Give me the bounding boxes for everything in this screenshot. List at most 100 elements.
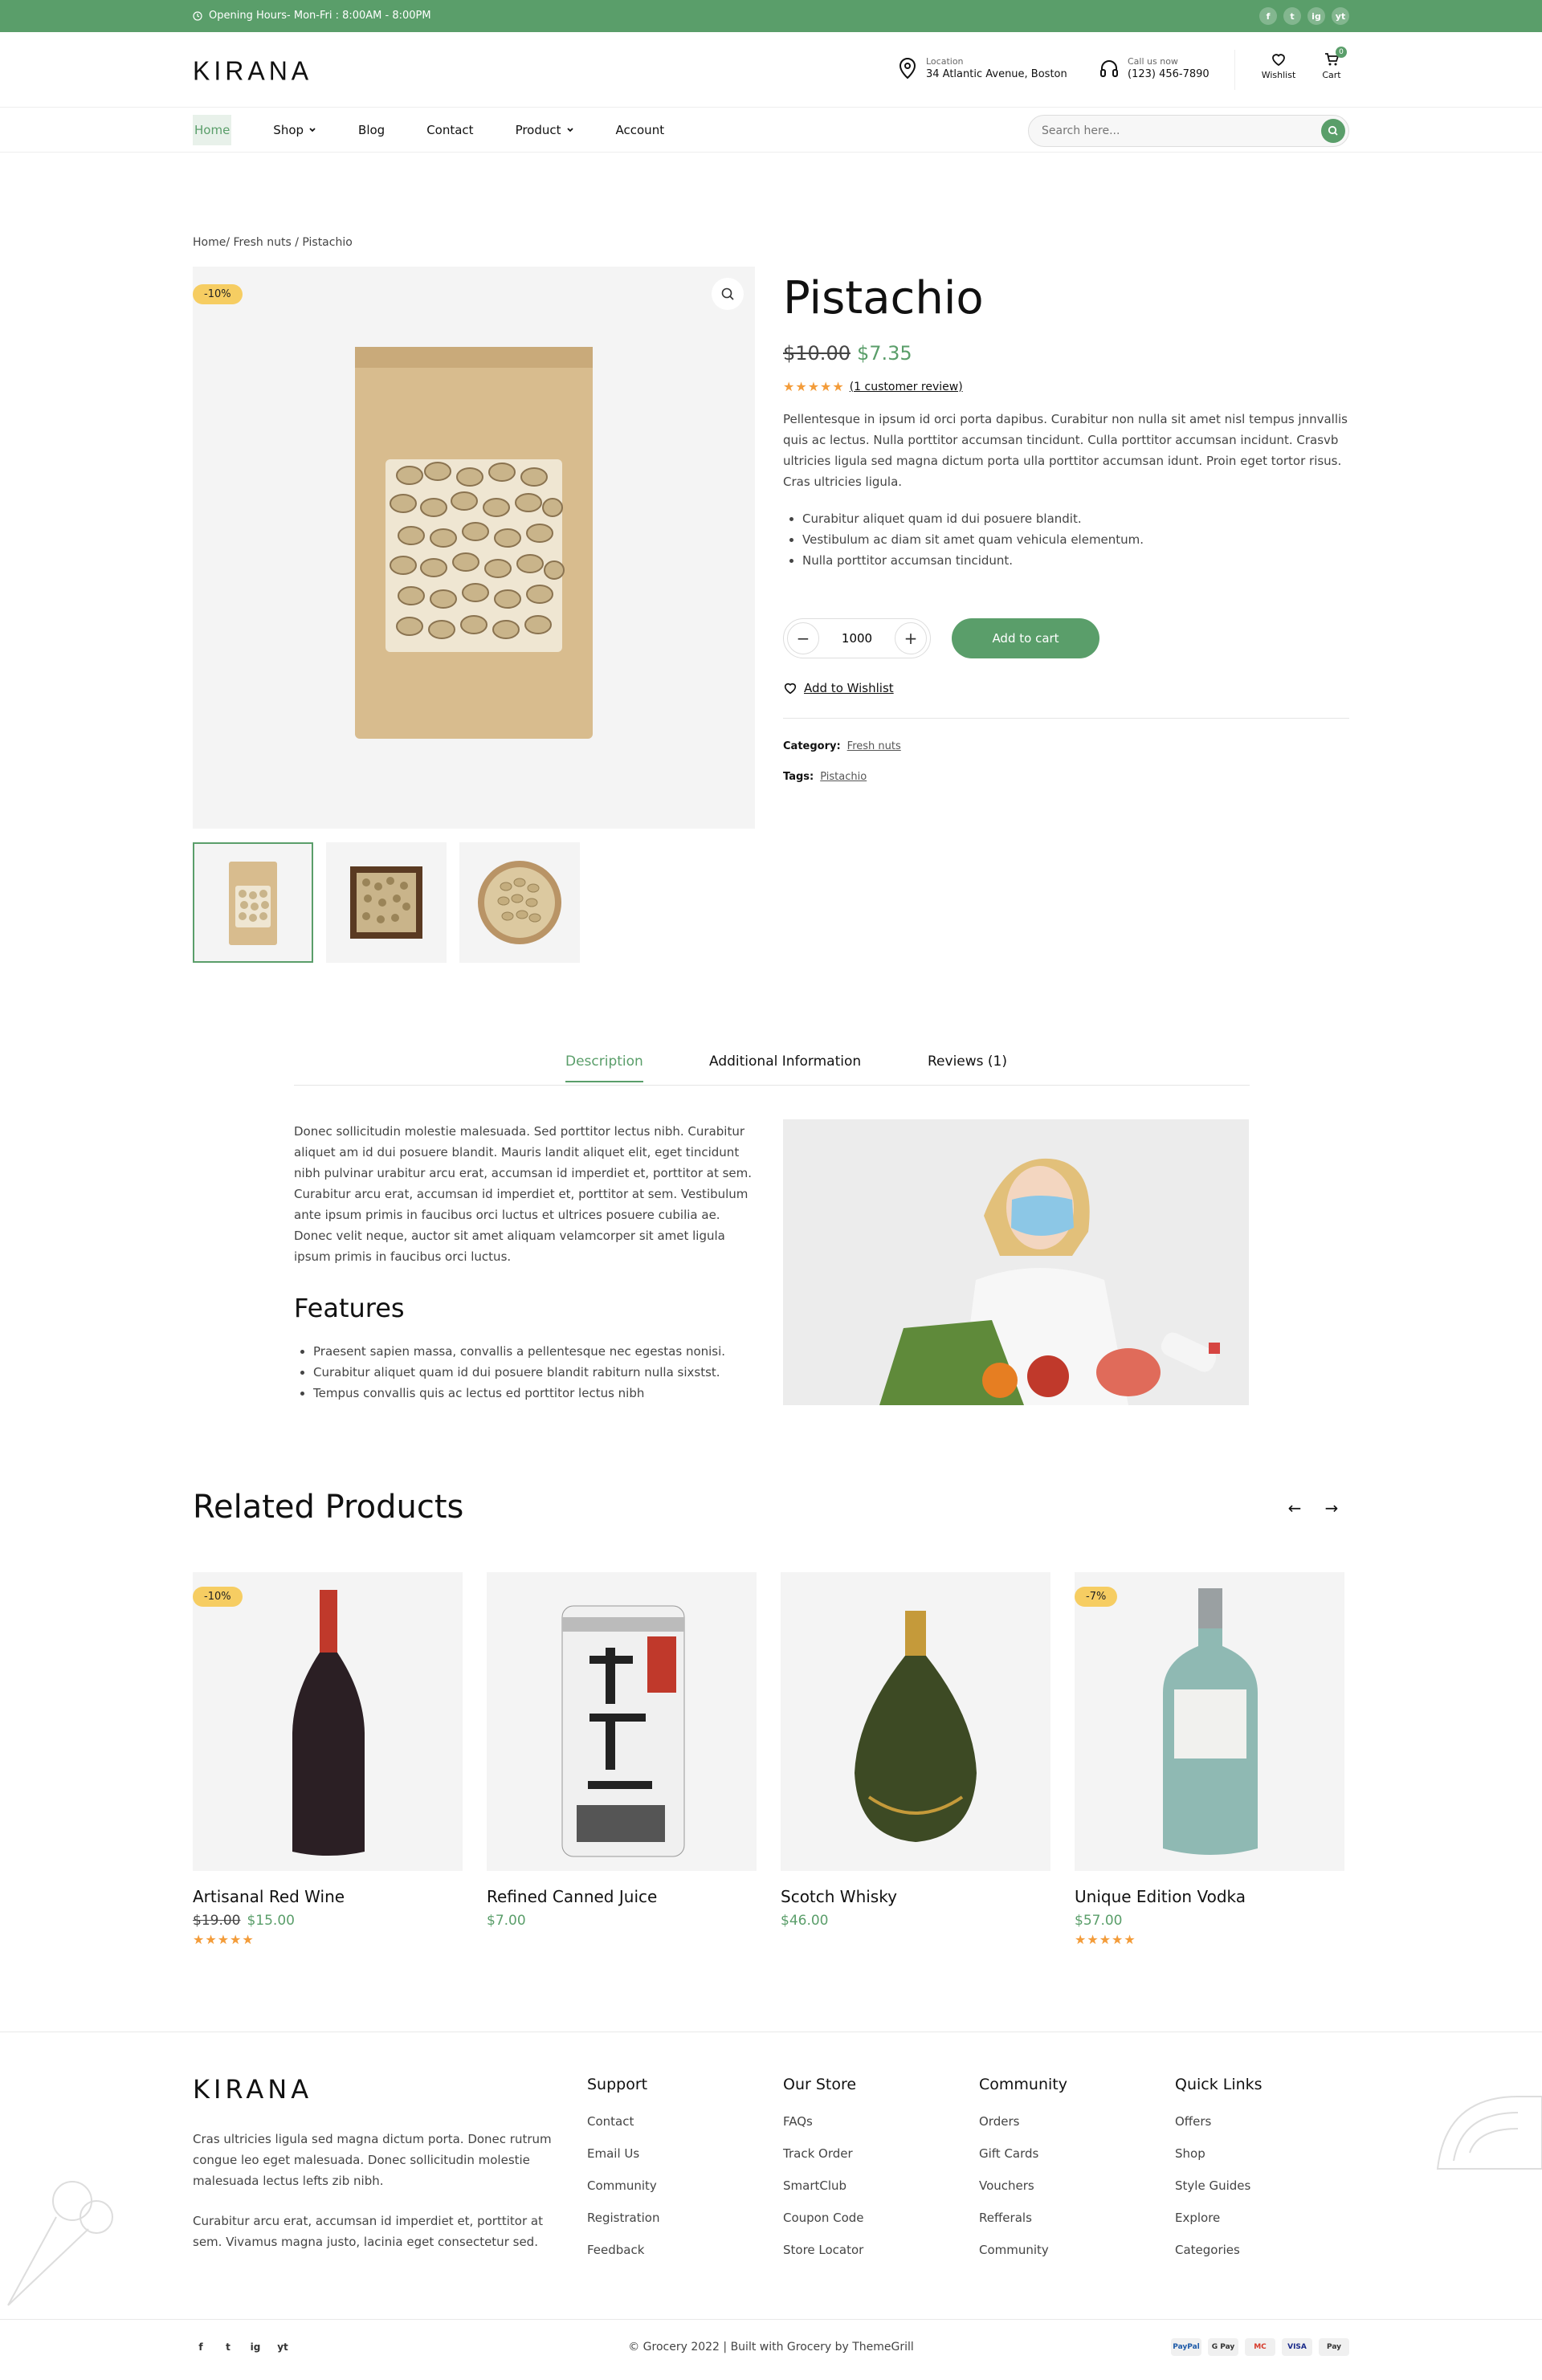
nav-shop[interactable]: Shop xyxy=(273,123,316,137)
arrow-left-icon[interactable]: ← xyxy=(1282,1495,1307,1521)
tab-additional-information[interactable]: Additional Information xyxy=(709,1053,861,1081)
chevron-down-icon xyxy=(566,128,573,132)
add-to-wishlist-link[interactable]: Add to Wishlist xyxy=(783,681,894,695)
wishlist-button[interactable]: Wishlist xyxy=(1258,51,1299,80)
arrow-right-icon[interactable]: → xyxy=(1319,1495,1344,1521)
sale-price: $57.00 xyxy=(1075,1913,1123,1929)
description-text: Donec sollicitudin molestie malesuada. S… xyxy=(294,1124,753,1264)
thumbnail-bowl[interactable] xyxy=(459,842,580,963)
nav-home[interactable]: Home xyxy=(193,115,232,145)
footer-link[interactable]: Community xyxy=(587,2178,764,2193)
thumbnail-bag[interactable] xyxy=(193,842,313,963)
footer-link[interactable]: Vouchers xyxy=(979,2178,1156,2193)
footer-link[interactable]: Shop xyxy=(1175,2146,1352,2161)
cart-button[interactable]: 0 Cart xyxy=(1312,47,1352,80)
headset-icon xyxy=(1100,60,1118,77)
youtube-icon[interactable]: yt xyxy=(1332,7,1349,25)
footer-link[interactable]: Store Locator xyxy=(783,2243,960,2257)
product-name[interactable]: Refined Canned Juice xyxy=(487,1887,757,1906)
search-icon xyxy=(1328,125,1338,136)
footer-link[interactable]: Email Us xyxy=(587,2146,764,2161)
star-rating: ★★★★★ xyxy=(783,379,845,394)
product-card-image[interactable]: -7% xyxy=(1075,1572,1344,1871)
footer-link[interactable]: Orders xyxy=(979,2114,1156,2129)
chevron-down-icon xyxy=(309,128,316,132)
footer-bottom-bar: f t ig yt © Grocery 2022 | Built with Gr… xyxy=(0,2319,1542,2380)
breadcrumb[interactable]: Home/ Fresh nuts / Pistachio xyxy=(193,236,353,249)
footer-link[interactable]: Categories xyxy=(1175,2243,1352,2257)
footer-link[interactable]: Feedback xyxy=(587,2243,764,2257)
quantity-input[interactable] xyxy=(825,631,889,646)
footer-link[interactable]: Contact xyxy=(587,2114,764,2129)
old-price: $19.00 xyxy=(193,1913,241,1929)
facebook-icon[interactable]: f xyxy=(1259,7,1277,25)
product-card-image[interactable]: -10% xyxy=(193,1572,463,1871)
quantity-stepper: − + xyxy=(783,618,931,658)
clock-icon xyxy=(193,10,202,21)
sale-price: $46.00 xyxy=(781,1913,829,1929)
old-price: $10.00 xyxy=(783,342,851,365)
list-item: Tempus convallis quis ac lectus ed portt… xyxy=(313,1383,725,1404)
product-title: Pistachio xyxy=(783,272,984,324)
quantity-decrease-button[interactable]: − xyxy=(787,622,819,654)
footer-column-title: Our Store xyxy=(783,2076,857,2093)
add-to-cart-row: − + Add to cart xyxy=(783,618,1099,658)
vodka-bottle-image xyxy=(1163,1588,1258,1855)
call-value[interactable]: (123) 456-7890 xyxy=(1128,68,1210,80)
footer-link[interactable]: Style Guides xyxy=(1175,2178,1352,2193)
footer-link[interactable]: Gift Cards xyxy=(979,2146,1156,2161)
footer-description: Cras ultricies ligula sed magna dictum p… xyxy=(193,2132,552,2188)
footer-link[interactable]: Community xyxy=(979,2243,1156,2257)
tag-link[interactable]: Pistachio xyxy=(820,771,867,783)
footer-link[interactable]: SmartClub xyxy=(783,2178,960,2193)
product-tabs: Description Additional Information Revie… xyxy=(294,1044,1250,1086)
thumbnail-box[interactable] xyxy=(326,842,447,963)
product-card-image[interactable] xyxy=(487,1572,757,1871)
footer-column-support: Support Contact Email Us Community Regis… xyxy=(587,2076,764,2275)
nav-contact[interactable]: Contact xyxy=(426,123,473,137)
product-card-image[interactable] xyxy=(781,1572,1050,1871)
twitter-icon[interactable]: t xyxy=(1283,7,1301,25)
product-name[interactable]: Unique Edition Vodka xyxy=(1075,1887,1344,1906)
footer-link[interactable]: Refferals xyxy=(979,2211,1156,2225)
footer-link[interactable]: Offers xyxy=(1175,2114,1352,2129)
footer-link[interactable]: Track Order xyxy=(783,2146,960,2161)
product-price: $57.00 xyxy=(1075,1913,1344,1929)
product-name[interactable]: Artisanal Red Wine xyxy=(193,1887,463,1906)
site-logo[interactable]: KIRANA xyxy=(193,55,312,87)
footer-link[interactable]: FAQs xyxy=(783,2114,960,2129)
product-main-image[interactable]: -10% xyxy=(193,267,755,829)
product-card[interactable]: Refined Canned Juice $7.00 xyxy=(487,1572,757,1929)
footer-link[interactable]: Explore xyxy=(1175,2211,1352,2225)
footer-link[interactable]: Registration xyxy=(587,2211,764,2225)
sale-price: $7.00 xyxy=(487,1913,526,1929)
product-description: Pellentesque in ipsum id orci porta dapi… xyxy=(783,412,1348,489)
search-input[interactable] xyxy=(1029,116,1286,146)
quantity-increase-button[interactable]: + xyxy=(895,622,927,654)
tab-description[interactable]: Description xyxy=(565,1053,643,1082)
category-link[interactable]: Fresh nuts xyxy=(847,740,901,752)
instagram-icon[interactable]: ig xyxy=(1307,7,1325,25)
list-item: Nulla porttitor accumsan tincidunt. xyxy=(802,550,1349,571)
add-to-cart-button[interactable]: Add to cart xyxy=(952,618,1099,658)
product-card[interactable]: -10% Artisanal Red Wine $19.00 $15.00 ★★★… xyxy=(193,1572,463,1947)
footer-link[interactable]: Coupon Code xyxy=(783,2211,960,2225)
nav-blog[interactable]: Blog xyxy=(358,123,385,137)
product-card[interactable]: -7% Unique Edition Vodka $57.00 ★★★★★ xyxy=(1075,1572,1344,1947)
apple-pay-icon: Pay xyxy=(1319,2338,1349,2356)
nav-product[interactable]: Product xyxy=(516,123,574,137)
heart-icon xyxy=(1272,54,1285,67)
visa-icon: VISA xyxy=(1282,2338,1312,2356)
nav-account[interactable]: Account xyxy=(616,123,665,137)
divider xyxy=(783,718,1349,719)
review-link[interactable]: (1 customer review) xyxy=(850,381,963,393)
list-item: Vestibulum ac diam sit amet quam vehicul… xyxy=(802,529,1349,550)
product-card[interactable]: Scotch Whisky $46.00 xyxy=(781,1572,1050,1929)
tags-label: Tags: xyxy=(783,771,814,783)
product-name[interactable]: Scotch Whisky xyxy=(781,1887,1050,1906)
cart-label: Cart xyxy=(1322,70,1341,80)
thumbnail-box-image xyxy=(350,866,422,939)
footer-logo[interactable]: KIRANA xyxy=(193,2074,312,2105)
search-button[interactable] xyxy=(1321,119,1345,143)
tab-reviews[interactable]: Reviews (1) xyxy=(928,1053,1007,1081)
